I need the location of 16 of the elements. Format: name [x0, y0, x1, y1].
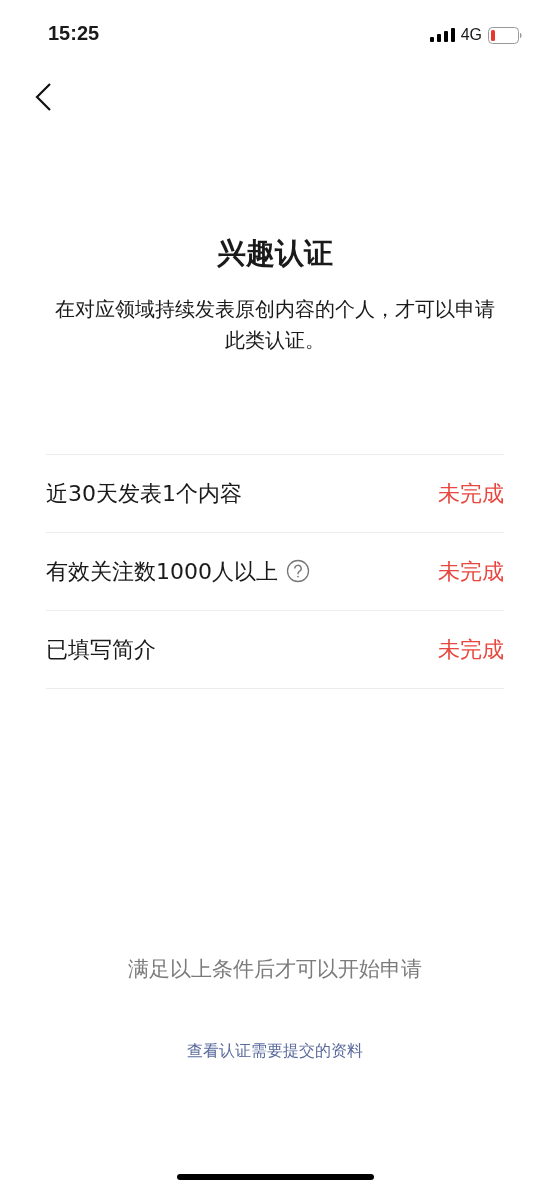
requirement-status: 未完成 [438, 557, 504, 586]
page-title: 兴趣认证 [216, 235, 334, 272]
notice-text: 满足以上条件后才可以开始申请 [127, 955, 423, 983]
requirement-label: 近30天发表1个内容 [46, 479, 242, 508]
requirement-label: 有效关注数1000人以上 [46, 557, 278, 586]
requirement-status: 未完成 [438, 635, 504, 664]
signal-icon [429, 28, 455, 42]
status-time: 15:25 [48, 21, 100, 46]
battery-icon [488, 26, 522, 44]
requirement-label: 已填写简介 [46, 635, 156, 664]
network-type: 4G [460, 25, 482, 45]
materials-link[interactable]: 查看认证需要提交的资料 [187, 1039, 363, 1063]
help-icon[interactable] [286, 559, 310, 583]
back-button[interactable] [34, 82, 54, 112]
requirement-status: 未完成 [438, 479, 504, 508]
description: 在对应领域持续发表原创内容的个人，才可以申请此类认证。 [55, 295, 495, 354]
